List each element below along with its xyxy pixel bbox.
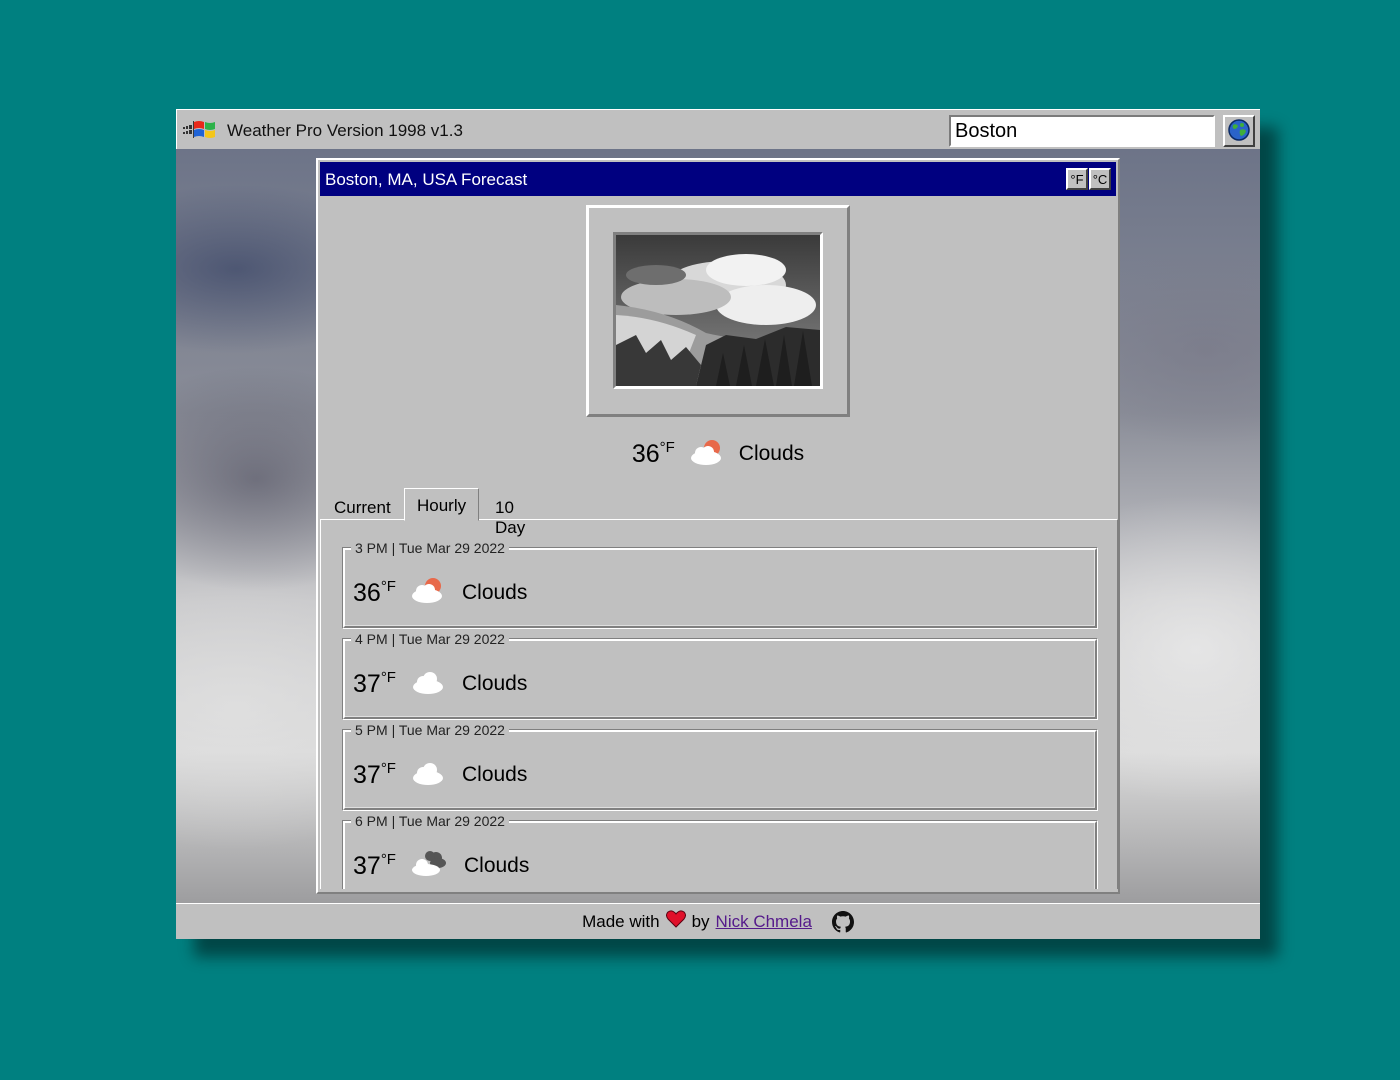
footer: Made with by Nick Chmela — [176, 903, 1260, 939]
cloud-icon — [410, 758, 446, 791]
tab-10-day[interactable]: 10 Day — [483, 492, 537, 537]
cloud-icon — [410, 667, 446, 700]
hourly-time: 5 PM | Tue Mar 29 2022 — [351, 722, 509, 738]
partly-cloudy-icon — [410, 576, 446, 609]
hourly-time: 4 PM | Tue Mar 29 2022 — [351, 631, 509, 647]
footer-by: by — [691, 911, 710, 931]
hourly-condition: Clouds — [461, 671, 528, 695]
forecast-title: Boston, MA, USA Forecast — [325, 170, 528, 189]
hourly-time: 3 PM | Tue Mar 29 2022 — [351, 540, 509, 556]
weather-photo-frame — [586, 205, 850, 417]
hourly-temperature: 37°F — [353, 850, 396, 880]
hourly-condition: Clouds — [461, 580, 528, 604]
city-search-input[interactable] — [949, 115, 1215, 147]
app-window: Weather Pro Version 1998 v1.3 Boston, MA… — [176, 109, 1260, 939]
app-titlebar: Weather Pro Version 1998 v1.3 — [176, 109, 1260, 149]
fahrenheit-button[interactable]: °F — [1066, 168, 1088, 190]
author-link[interactable]: Nick Chmela — [716, 912, 812, 932]
heart-icon — [665, 910, 686, 933]
current-condition: Clouds — [738, 442, 805, 465]
github-icon[interactable] — [831, 910, 854, 933]
windows-logo-icon — [183, 118, 217, 142]
search-button[interactable] — [1223, 115, 1255, 147]
forecast-window: Boston, MA, USA Forecast °F °C 36°F Clou… — [316, 158, 1120, 894]
hourly-item: 3 PM | Tue Mar 29 2022 36°F Clouds — [342, 540, 1098, 629]
footer-made-with: Made with — [582, 911, 660, 931]
celsius-button[interactable]: °C — [1089, 168, 1111, 190]
partly-cloudy-icon — [689, 438, 725, 471]
hourly-item: 5 PM | Tue Mar 29 2022 37°F Clouds — [342, 722, 1098, 811]
hourly-condition: Clouds — [461, 762, 528, 786]
hourly-condition: Clouds — [463, 853, 530, 877]
tab-hourly[interactable]: Hourly — [404, 488, 480, 521]
app-title: Weather Pro Version 1998 v1.3 — [227, 121, 463, 140]
globe-icon — [1227, 118, 1251, 145]
hourly-temperature: 36°F — [353, 577, 396, 607]
hourly-time: 6 PM | Tue Mar 29 2022 — [351, 813, 509, 829]
hourly-temperature: 37°F — [353, 668, 396, 698]
current-conditions: 36°F Clouds — [318, 436, 1118, 472]
hourly-temperature: 37°F — [353, 759, 396, 789]
hourly-item: 4 PM | Tue Mar 29 2022 37°F Clouds — [342, 631, 1098, 720]
weather-photo — [613, 232, 823, 389]
hourly-item: 6 PM | Tue Mar 29 2022 37°F Clouds — [342, 813, 1098, 889]
current-temperature: 36°F — [631, 439, 675, 468]
hourly-panel[interactable]: 3 PM | Tue Mar 29 2022 36°F Clouds 4 PM … — [320, 519, 1118, 889]
tab-current[interactable]: Current — [322, 492, 403, 520]
forecast-titlebar: Boston, MA, USA Forecast °F °C — [320, 162, 1116, 196]
overcast-icon — [410, 849, 448, 882]
